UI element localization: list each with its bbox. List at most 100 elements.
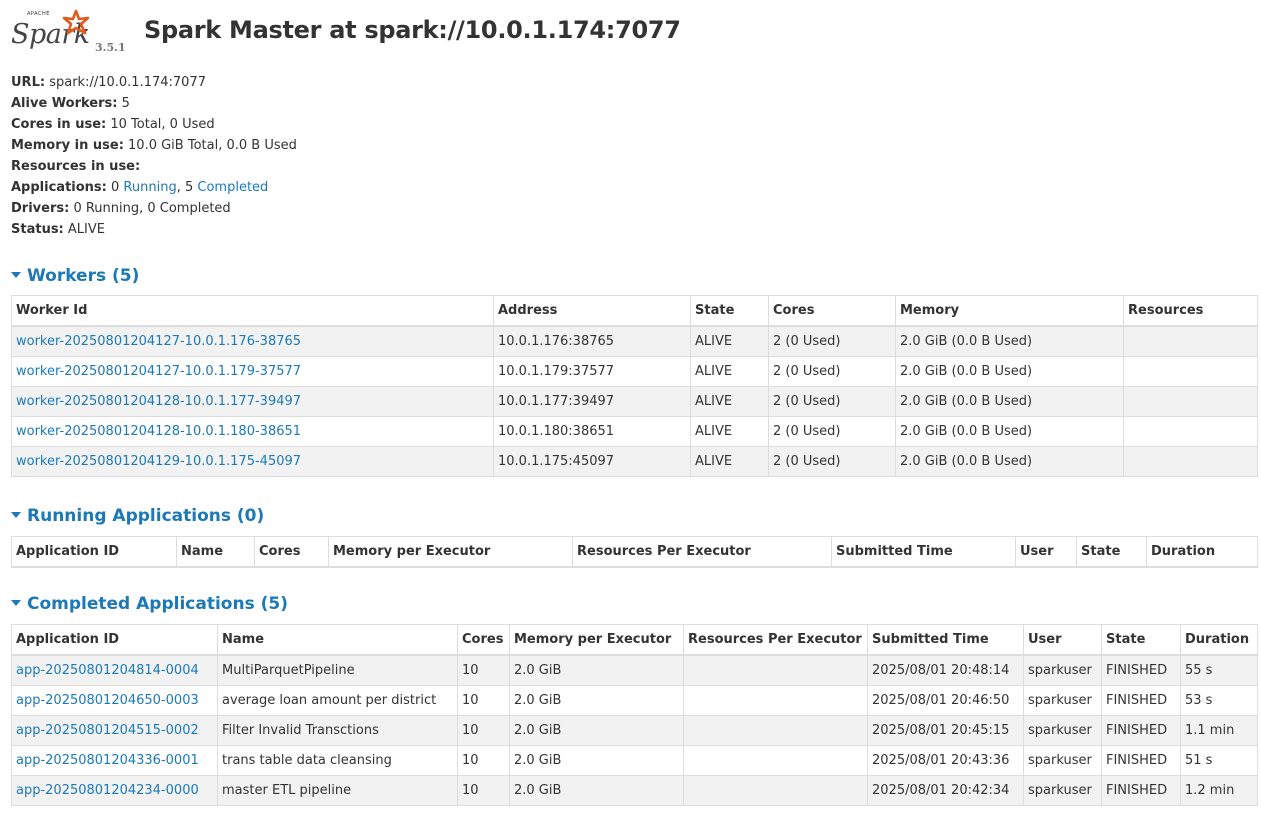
completed-app-row: app-20250801204650-0003 average loan amou…: [11, 685, 1258, 716]
completed-app-row: app-20250801204234-0000 master ETL pipeli…: [11, 775, 1258, 806]
running-col-memory-per-executor[interactable]: Memory per Executor: [328, 536, 573, 568]
completed-col-submitted-time[interactable]: Submitted Time: [867, 624, 1024, 656]
memory-value: 10.0 GiB Total, 0.0 B Used: [128, 138, 297, 153]
worker-row-resources: [1123, 416, 1258, 447]
completed-app-row-resources: [683, 685, 868, 716]
workers-col-state[interactable]: State: [690, 295, 769, 327]
completed-col-user[interactable]: User: [1023, 624, 1102, 656]
page-header: APACHE Spark 3.5.1 Spark Master at spark…: [11, 9, 1251, 58]
completed-app-row-name: trans table data cleansing: [217, 745, 458, 776]
app-id-link[interactable]: app-20250801204650-0003: [16, 693, 199, 708]
completed-col-cores[interactable]: Cores: [457, 624, 510, 656]
completed-app-row-user: sparkuser: [1023, 745, 1102, 776]
status-value: ALIVE: [67, 222, 105, 237]
applications-separator: ,: [176, 180, 181, 195]
completed-app-row-cores: 10: [457, 715, 510, 746]
running-apps-section-toggle[interactable]: Running Applications (0): [11, 504, 264, 528]
running-apps-link[interactable]: Running: [123, 180, 176, 195]
worker-id-link[interactable]: worker-20250801204127-10.0.1.179-37577: [16, 364, 301, 379]
completed-app-row-duration: 55 s: [1180, 654, 1258, 686]
completed-app-row-state: FINISHED: [1101, 685, 1181, 716]
completed-app-row-cores: 10: [457, 654, 510, 686]
app-id-link[interactable]: app-20250801204234-0000: [16, 783, 199, 798]
cores-label: Cores in use:: [11, 117, 107, 132]
completed-col-application-id[interactable]: Application ID: [11, 624, 218, 656]
completed-app-row-state: FINISHED: [1101, 775, 1181, 806]
completed-app-row-submitted: 2025/08/01 20:42:34: [867, 775, 1024, 806]
completed-app-row-submitted: 2025/08/01 20:46:50: [867, 685, 1024, 716]
running-col-application-id[interactable]: Application ID: [11, 536, 177, 568]
completed-app-row-memory: 2.0 GiB: [509, 715, 684, 746]
completed-app-row: app-20250801204515-0002 Filter Invalid Tr…: [11, 715, 1258, 746]
worker-row-memory: 2.0 GiB (0.0 B Used): [895, 446, 1124, 477]
workers-col-resources[interactable]: Resources: [1123, 295, 1258, 327]
worker-row: worker-20250801204128-10.0.1.177-39497 10…: [11, 386, 1258, 417]
app-id-link[interactable]: app-20250801204515-0002: [16, 723, 199, 738]
status-label: Status:: [11, 222, 64, 237]
worker-row-resources: [1123, 446, 1258, 477]
completed-app-row: app-20250801204336-0001 trans table data …: [11, 745, 1258, 776]
workers-table-body: worker-20250801204127-10.0.1.176-38765 10…: [11, 325, 1258, 477]
worker-row-cores: 2 (0 Used): [768, 386, 896, 417]
completed-apps-link[interactable]: Completed: [197, 180, 268, 195]
completed-app-row-resources: [683, 715, 868, 746]
completed-app-row-duration: 53 s: [1180, 685, 1258, 716]
info-cores: Cores in use: 10 Total, 0 Used: [11, 114, 297, 135]
url-value: spark://10.0.1.174:7077: [49, 75, 206, 90]
completed-col-duration[interactable]: Duration: [1180, 624, 1258, 656]
spark-logo[interactable]: APACHE Spark 3.5.1: [11, 9, 131, 58]
worker-row: worker-20250801204127-10.0.1.176-38765 10…: [11, 325, 1258, 357]
running-col-state[interactable]: State: [1076, 536, 1147, 568]
running-col-duration[interactable]: Duration: [1146, 536, 1258, 568]
completed-col-memory-per-executor[interactable]: Memory per Executor: [509, 624, 684, 656]
app-id-link[interactable]: app-20250801204336-0001: [16, 753, 199, 768]
logo-apache-text: APACHE: [27, 11, 50, 17]
workers-col-address[interactable]: Address: [493, 295, 691, 327]
workers-col-memory[interactable]: Memory: [895, 295, 1124, 327]
worker-row: worker-20250801204128-10.0.1.180-38651 10…: [11, 416, 1258, 447]
worker-row-id: worker-20250801204128-10.0.1.177-39497: [11, 386, 494, 417]
running-col-resources-per-executor[interactable]: Resources Per Executor: [572, 536, 832, 568]
worker-row-cores: 2 (0 Used): [768, 446, 896, 477]
completed-col-name[interactable]: Name: [217, 624, 458, 656]
running-apps-heading: Running Applications (0): [27, 506, 265, 526]
running-col-name[interactable]: Name: [176, 536, 255, 568]
completed-app-row-name: Filter Invalid Transctions: [217, 715, 458, 746]
running-col-submitted-time[interactable]: Submitted Time: [831, 536, 1016, 568]
completed-app-row-cores: 10: [457, 775, 510, 806]
app-id-link[interactable]: app-20250801204814-0004: [16, 663, 199, 678]
worker-row-cores: 2 (0 Used): [768, 356, 896, 387]
worker-id-link[interactable]: worker-20250801204127-10.0.1.176-38765: [16, 334, 301, 349]
worker-row: worker-20250801204127-10.0.1.179-37577 10…: [11, 356, 1258, 387]
worker-row-state: ALIVE: [690, 386, 769, 417]
worker-row-state: ALIVE: [690, 446, 769, 477]
completed-apps-section-toggle[interactable]: Completed Applications (5): [11, 592, 288, 616]
running-col-user[interactable]: User: [1015, 536, 1077, 568]
url-label: URL:: [11, 75, 46, 90]
worker-row-memory: 2.0 GiB (0.0 B Used): [895, 386, 1124, 417]
worker-id-link[interactable]: worker-20250801204129-10.0.1.175-45097: [16, 454, 301, 469]
worker-row-state: ALIVE: [690, 356, 769, 387]
workers-section-toggle[interactable]: Workers (5): [11, 264, 139, 288]
info-drivers: Drivers: 0 Running, 0 Completed: [11, 198, 297, 219]
master-info-list: URL: spark://10.0.1.174:7077 Alive Worke…: [11, 72, 297, 240]
completed-app-row-name: MultiParquetPipeline: [217, 654, 458, 686]
completed-app-row-resources: [683, 654, 868, 686]
worker-id-link[interactable]: worker-20250801204128-10.0.1.180-38651: [16, 424, 301, 439]
worker-row-memory: 2.0 GiB (0.0 B Used): [895, 356, 1124, 387]
completed-app-row-user: sparkuser: [1023, 715, 1102, 746]
running-col-cores[interactable]: Cores: [254, 536, 329, 568]
completed-app-row-duration: 1.2 min: [1180, 775, 1258, 806]
completed-col-state[interactable]: State: [1101, 624, 1181, 656]
worker-row-address: 10.0.1.175:45097: [493, 446, 691, 477]
workers-table: Worker Id Address State Cores Memory Resource…: [11, 295, 1258, 477]
info-memory: Memory in use: 10.0 GiB Total, 0.0 B Use…: [11, 135, 297, 156]
completed-app-row-memory: 2.0 GiB: [509, 775, 684, 806]
workers-col-cores[interactable]: Cores: [768, 295, 896, 327]
completed-col-resources-per-executor[interactable]: Resources Per Executor: [683, 624, 868, 656]
workers-col-worker-id[interactable]: Worker Id: [11, 295, 494, 327]
worker-id-link[interactable]: worker-20250801204128-10.0.1.177-39497: [16, 394, 301, 409]
completed-app-row-name: master ETL pipeline: [217, 775, 458, 806]
cores-value: 10 Total, 0 Used: [110, 117, 215, 132]
drivers-label: Drivers:: [11, 201, 70, 216]
